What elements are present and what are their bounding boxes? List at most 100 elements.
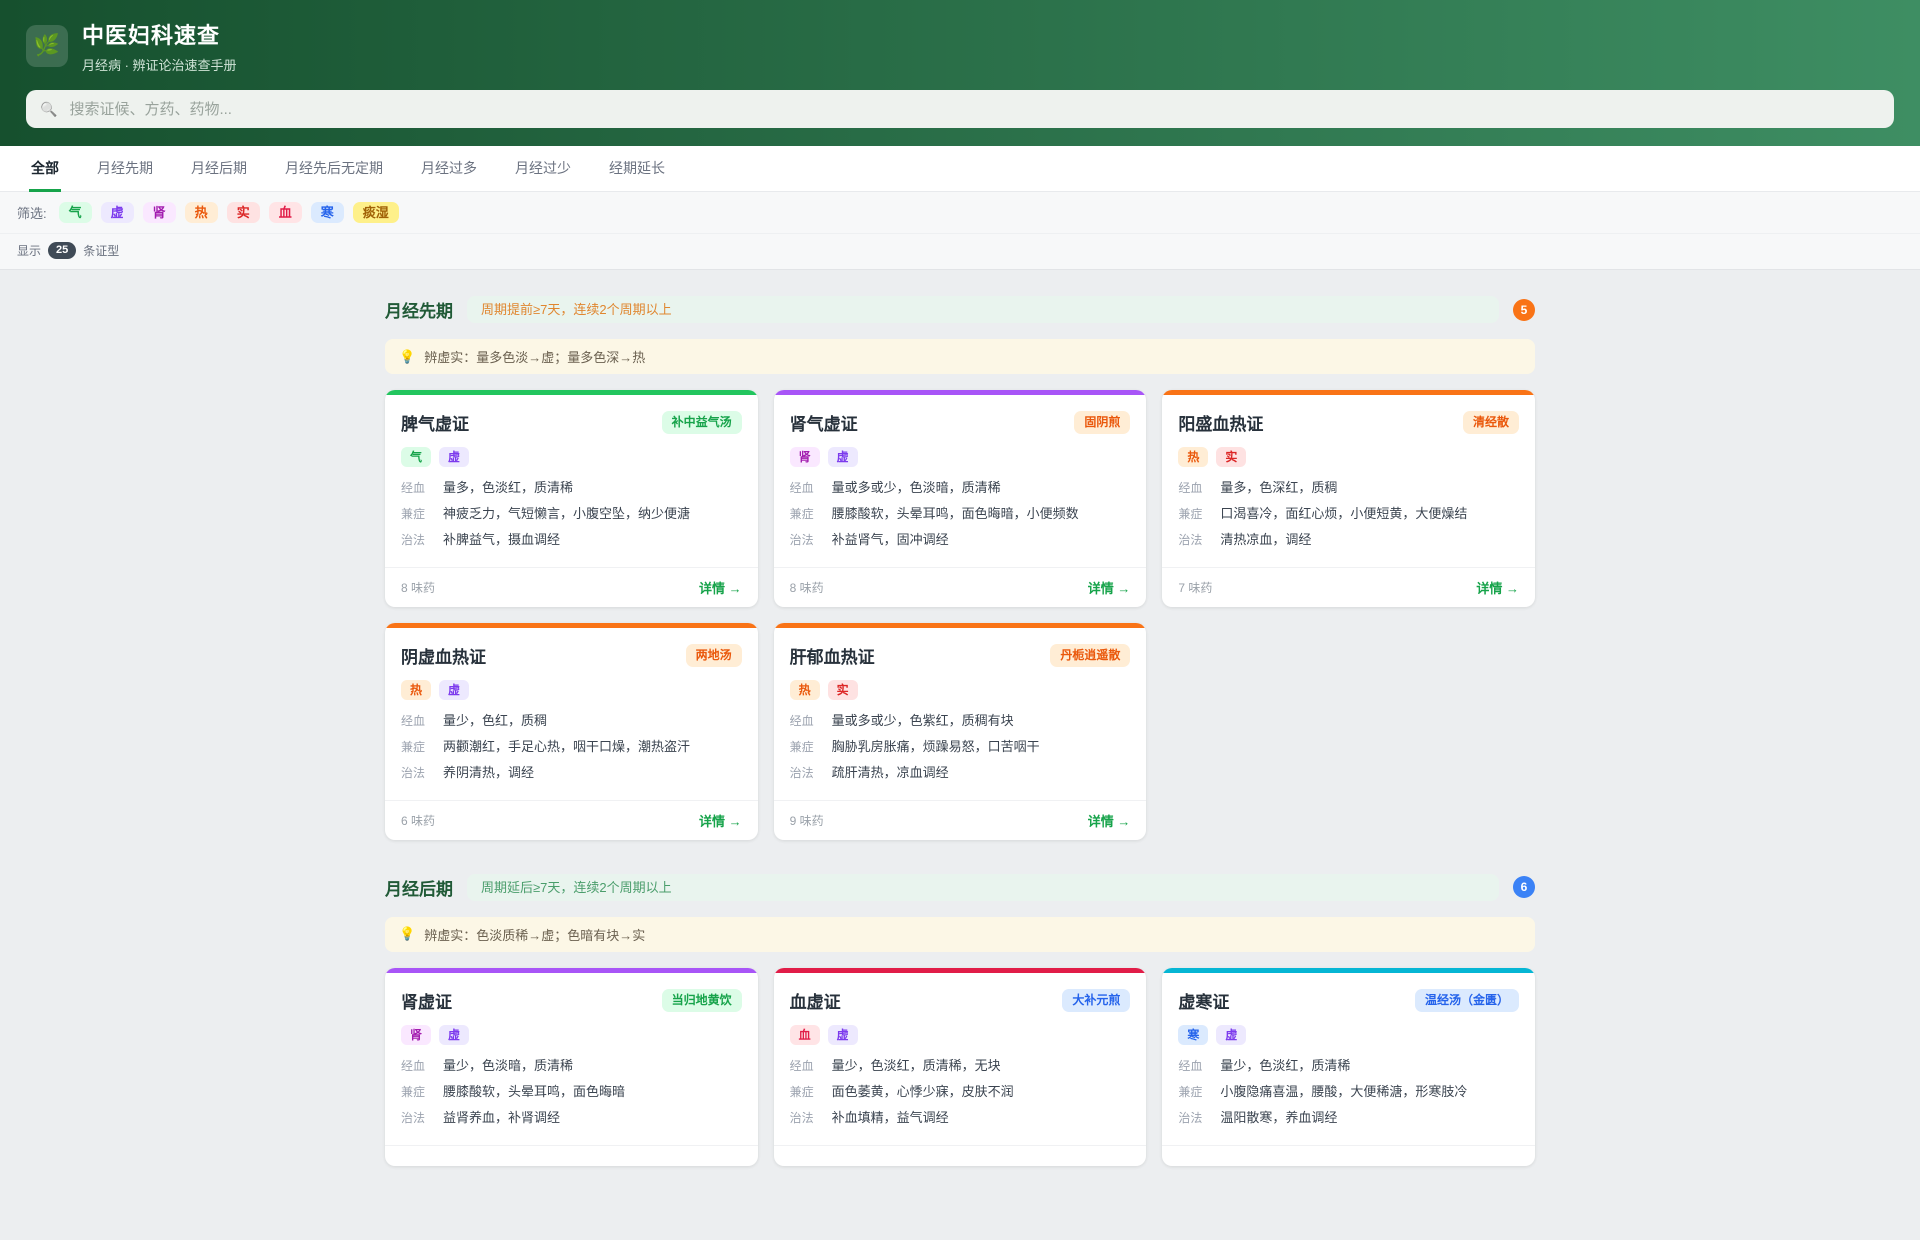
filter-tag[interactable]: 血: [268, 202, 302, 223]
card-rows: 经血 量或多或少，色紫红，质稠有块 兼症 胸胁乳房胀痛，烦躁易怒，口苦咽干 治法…: [790, 712, 1131, 783]
row-text: 量或多或少，色淡暗，质清稀: [831, 480, 1001, 496]
syndrome-card[interactable]: 阴虚血热证 两地汤 热虚 经血 量少，色红，质稠 兼症 两颧潮红，手足心热，咽干…: [385, 622, 758, 840]
filter-tag[interactable]: 实: [226, 202, 260, 223]
tab-bar: 全部 月经先期 月经后期 月经先后无定期 月经过多 月经过少 经期延长: [0, 146, 1920, 192]
row-label: 兼症: [401, 1085, 426, 1100]
card-row: 治法 补益肾气，固冲调经: [790, 531, 1131, 550]
syndrome-name: 肾气虚证: [789, 415, 858, 434]
card-row: 治法 益肾养血，补肾调经: [401, 1109, 742, 1128]
app-subtitle: 月经病 · 辨证论治速查手册: [82, 58, 237, 73]
herb-count: 7 味药: [1178, 580, 1213, 595]
detail-link[interactable]: 详情 →: [1088, 578, 1131, 597]
result-prefix: 显示: [17, 244, 42, 258]
row-text: 神疲乏力，气短懒言，小腹空坠，纳少便溏: [443, 506, 691, 522]
section-title: 月经先期: [385, 302, 453, 321]
tab-6[interactable]: 经期延长: [607, 146, 667, 192]
search-bar[interactable]: 🔍: [26, 90, 1894, 128]
detail-link[interactable]: 详情 →: [699, 578, 742, 597]
attribute-tag: 虚: [439, 1024, 470, 1046]
formula-badge: 清经散: [1462, 411, 1519, 434]
row-text: 面色萎黄，心悸少寐，皮肤不润: [831, 1084, 1014, 1100]
card-row: 兼症 口渴喜冷，面红心烦，小便短黄，大便燥结: [1178, 505, 1519, 524]
tab-3[interactable]: 月经先后无定期: [283, 146, 385, 192]
attribute-tag: 虚: [439, 679, 470, 701]
card-footer: [773, 1144, 1147, 1166]
syndrome-card[interactable]: 阳盛血热证 清经散 热实 经血 量多，色深红，质稠 兼症 口渴喜冷，面红心烦，小…: [1162, 390, 1535, 607]
row-label: 兼症: [401, 507, 426, 522]
row-label: 兼症: [401, 740, 426, 755]
search-input[interactable]: [67, 99, 1880, 119]
syndrome-card[interactable]: 虚寒证 温经汤（金匮） 寒虚 经血 量少，色淡红，质清稀 兼症 小腹隐痛喜温，腰…: [1162, 967, 1535, 1166]
tab-5[interactable]: 月经过少: [513, 146, 573, 192]
row-text: 量少，色淡红，质清稀: [1220, 1058, 1351, 1074]
card-grid: 肾虚证 当归地黄饮 肾虚 经血 量少，色淡暗，质清稀 兼症 腰膝酸软，头晕耳鸣，…: [385, 967, 1535, 1166]
row-label: 经血: [789, 1059, 814, 1074]
card-tags: 血虚: [789, 1024, 1131, 1046]
attribute-tag: 寒: [1178, 1024, 1209, 1046]
syndrome-name: 血虚证: [789, 992, 841, 1012]
row-label: 兼症: [789, 507, 814, 522]
tab-4[interactable]: 月经过多: [419, 146, 479, 192]
detail-link[interactable]: 详情 →: [1476, 578, 1519, 597]
syndrome-card[interactable]: 肝郁血热证 丹栀逍遥散 热实 经血 量或多或少，色紫红，质稠有块 兼症 胸胁乳房…: [773, 622, 1147, 840]
filter-tag[interactable]: 热: [184, 202, 218, 223]
attribute-tag: 虚: [827, 1024, 858, 1046]
card-row: 治法 温阳散寒，养血调经: [1178, 1109, 1519, 1128]
row-text: 胸胁乳房胀痛，烦躁易怒，口苦咽干: [831, 739, 1040, 755]
attribute-tag: 热: [401, 679, 432, 701]
row-text: 补益肾气，固冲调经: [831, 532, 949, 548]
card-title-row: 阳盛血热证 清经散: [1178, 410, 1519, 435]
main-content: 月经先期 周期提前≥7天，连续2个周期以上 5 💡 辨虚实：量多色淡→虚；量多色…: [385, 270, 1535, 1240]
detail-link[interactable]: 详情 →: [1088, 811, 1131, 830]
tab-1[interactable]: 月经先期: [95, 146, 155, 192]
attribute-tag: 热: [789, 679, 820, 701]
app: 🌿 中医妇科速查 月经病 · 辨证论治速查手册 🔍 全部月经先期月经后期月经先后…: [0, 0, 1920, 1240]
card-rows: 经血 量多，色深红，质稠 兼症 口渴喜冷，面红心烦，小便短黄，大便燥结 治法 清…: [1178, 479, 1519, 550]
filter-tag[interactable]: 肾: [142, 202, 176, 223]
formula-badge: 当归地黄饮: [661, 989, 742, 1012]
card-grid: 脾气虚证 补中益气汤 气虚 经血 量多，色淡红，质清稀 兼症 神疲乏力，气短懒言…: [385, 390, 1535, 840]
formula-badge: 补中益气汤: [661, 411, 742, 434]
row-label: 兼症: [1178, 1085, 1203, 1100]
filter-label: 筛选:: [17, 206, 47, 221]
attribute-tag: 实: [1216, 447, 1247, 468]
filter-tag[interactable]: 寒: [310, 202, 344, 223]
card-rows: 经血 量少，色淡红，质清稀 兼症 小腹隐痛喜温，腰酸，大便稀溏，形寒肢冷 治法 …: [1178, 1057, 1519, 1128]
row-text: 量多，色淡红，质清稀: [443, 480, 574, 496]
formula-badge: 大补元煎: [1062, 989, 1131, 1012]
row-text: 温阳散寒，养血调经: [1220, 1109, 1338, 1125]
formula-badge: 丹栀逍遥散: [1050, 644, 1131, 667]
attribute-tag: 虚: [1216, 1024, 1247, 1046]
card-row: 兼症 腰膝酸软，头晕耳鸣，面色晦暗: [401, 1083, 742, 1102]
filter-tag[interactable]: 气: [58, 202, 92, 223]
row-label: 兼症: [1178, 507, 1203, 522]
row-label: 治法: [401, 766, 426, 780]
tab-2[interactable]: 月经后期: [189, 146, 249, 192]
card-body: 血虚证 大补元煎 血虚 经血 量少，色淡红，质清稀，无块 兼症 面色萎黄，心悸少…: [774, 973, 1147, 1145]
filter-tag[interactable]: 痰湿: [352, 202, 399, 223]
card-body: 阴虚血热证 两地汤 热虚 经血 量少，色红，质稠 兼症 两颧潮红，手足心热，咽干…: [385, 628, 758, 800]
filter-tag-list: 气虚肾热实血寒痰湿: [58, 202, 399, 223]
attribute-tag: 实: [827, 679, 858, 701]
syndrome-card[interactable]: 脾气虚证 补中益气汤 气虚 经血 量多，色淡红，质清稀 兼症 神疲乏力，气短懒言…: [385, 390, 758, 607]
syndrome-card[interactable]: 血虚证 大补元煎 血虚 经血 量少，色淡红，质清稀，无块 兼症 面色萎黄，心悸少…: [773, 967, 1147, 1166]
detail-link[interactable]: 详情 →: [699, 811, 742, 830]
card-rows: 经血 量或多或少，色淡暗，质清稀 兼症 腰膝酸软，头晕耳鸣，面色晦暗，小便频数 …: [790, 479, 1131, 550]
bulb-icon: 💡: [399, 926, 416, 942]
card-row: 兼症 小腹隐痛喜温，腰酸，大便稀溏，形寒肢冷: [1178, 1083, 1519, 1102]
herb-count: 6 味药: [401, 813, 436, 828]
row-label: 兼症: [789, 740, 814, 755]
row-text: 腰膝酸软，头晕耳鸣，面色晦暗: [443, 1084, 626, 1100]
card-row: 治法 疏肝清热，凉血调经: [790, 764, 1131, 783]
filter-tag[interactable]: 虚: [100, 202, 134, 223]
card-footer: 7 味药 详情 →: [1162, 566, 1535, 607]
row-text: 疏肝清热，凉血调经: [831, 765, 949, 780]
syndrome-card[interactable]: 肾虚证 当归地黄饮 肾虚 经血 量少，色淡暗，质清稀 兼症 腰膝酸软，头晕耳鸣，…: [385, 967, 758, 1166]
card-tags: 热虚: [401, 679, 742, 701]
tab-0[interactable]: 全部: [29, 146, 61, 192]
app-title: 中医妇科速查: [82, 23, 221, 48]
filter-bar: 筛选: 气虚肾热实血寒痰湿: [0, 192, 1920, 234]
card-body: 肾虚证 当归地黄饮 肾虚 经血 量少，色淡暗，质清稀 兼症 腰膝酸软，头晕耳鸣，…: [385, 973, 758, 1145]
syndrome-name: 脾气虚证: [401, 415, 469, 434]
syndrome-card[interactable]: 肾气虚证 固阴煎 肾虚 经血 量或多或少，色淡暗，质清稀 兼症 腰膝酸软，头晕耳…: [773, 390, 1147, 607]
